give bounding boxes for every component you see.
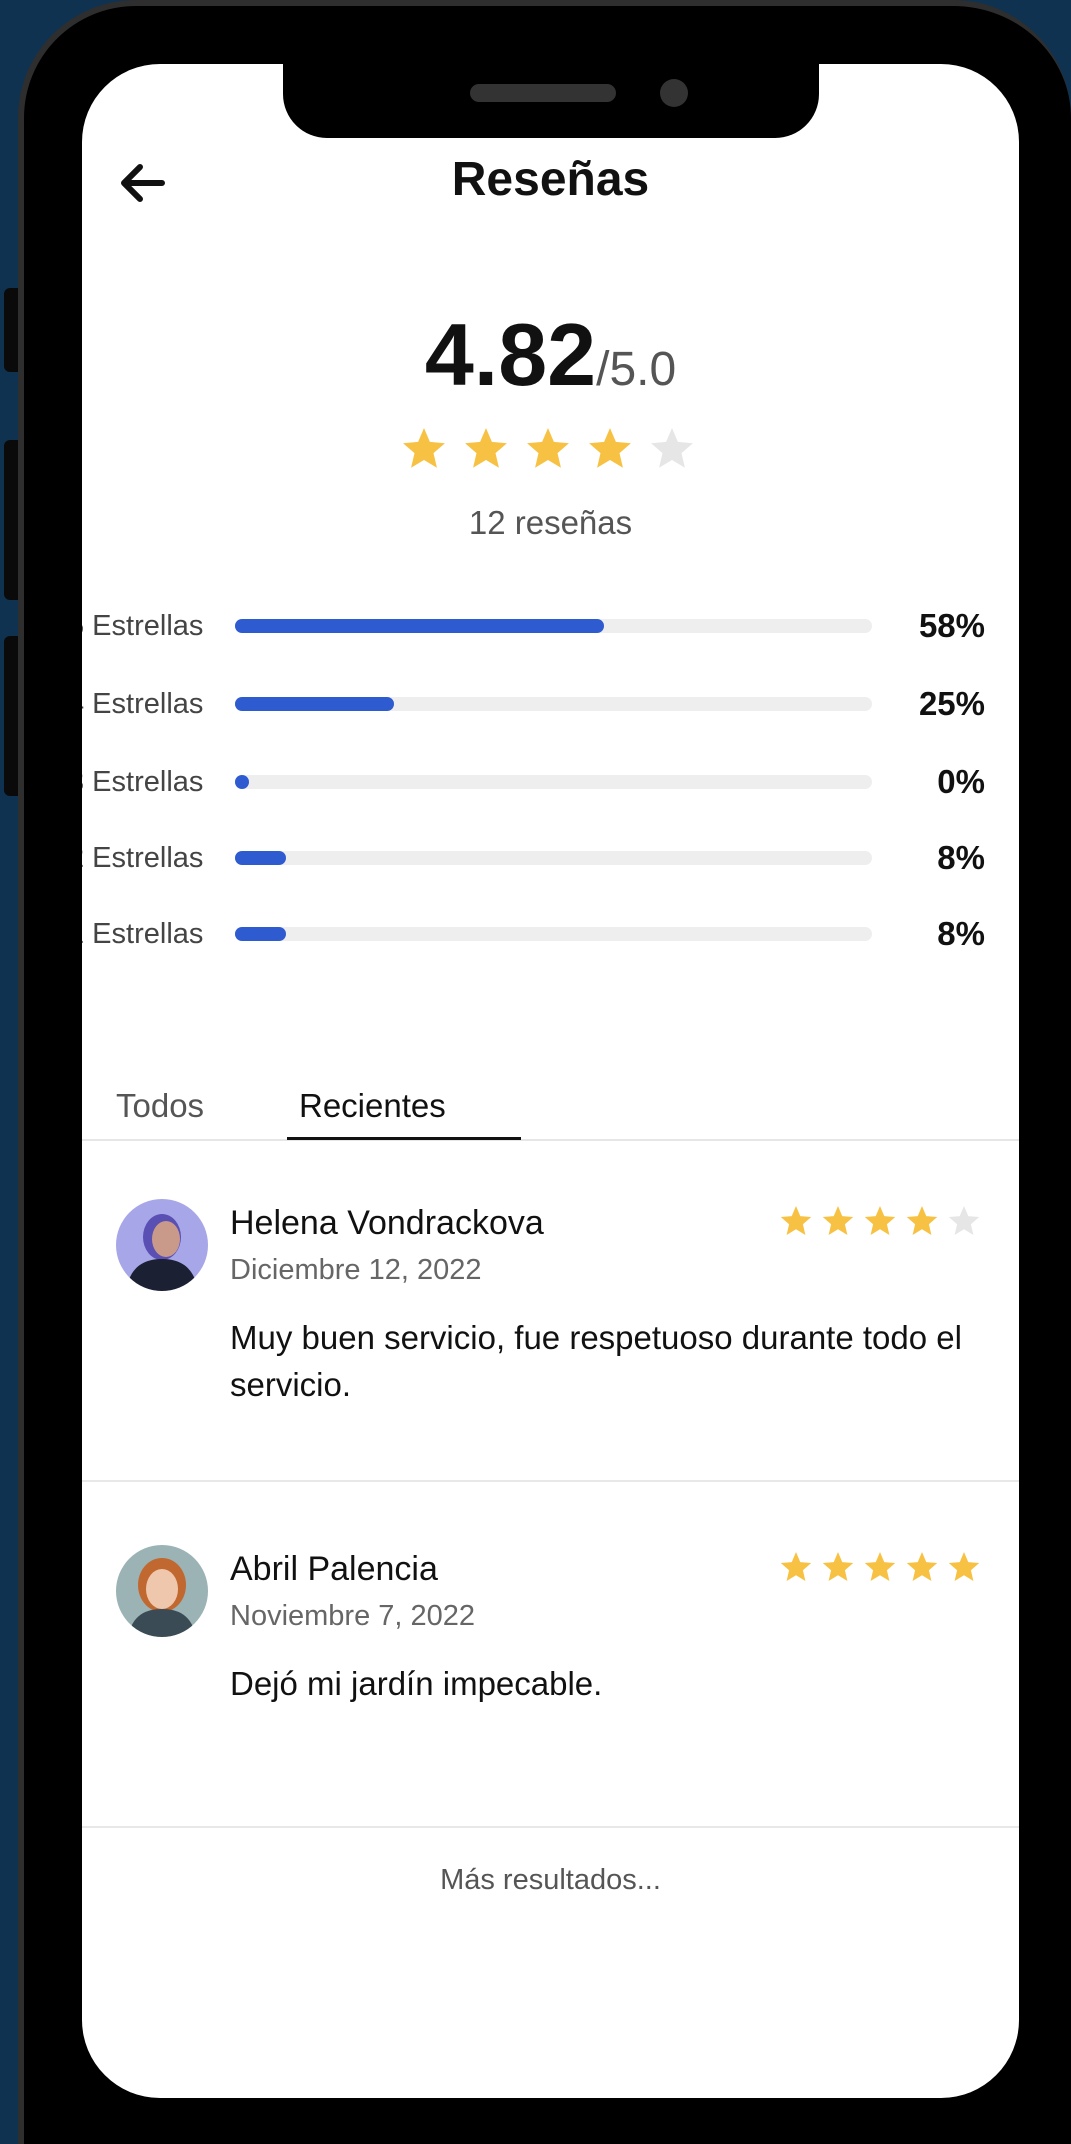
star-filled-icon [906, 1206, 938, 1235]
review-text: Dejó mi jardín impecable. [230, 1665, 603, 1702]
phone-notch [283, 64, 819, 138]
divider [82, 1826, 1019, 1828]
distribution-percent: 8% [937, 839, 985, 876]
side-button-volume-down [4, 636, 18, 796]
rating-distribution-row: 5 Estrellas58% [82, 606, 1019, 646]
star-filled-icon [780, 1206, 812, 1235]
review-stars [780, 1551, 985, 1587]
tab-recientes[interactable]: Recientes [299, 1087, 446, 1125]
reviewer-name: Abril Palencia [230, 1550, 438, 1588]
review-count: 12 reseñas [468, 504, 633, 541]
star-filled-icon [465, 428, 507, 468]
side-button-volume-up [4, 440, 18, 600]
review-tabs: Todos Recientes [82, 1069, 1019, 1141]
distribution-percent: 0% [937, 763, 985, 800]
more-results-link[interactable]: Más resultados... [82, 1864, 1019, 1897]
star-filled-icon [822, 1552, 854, 1581]
review-card: Abril Palencia Noviembre 7, 2022 Dejó mi… [82, 1545, 1019, 1845]
distribution-bar-fill [235, 619, 605, 633]
rating-value: 4.82 [424, 305, 597, 404]
distribution-bar-fill [235, 697, 395, 711]
divider [82, 1480, 1019, 1482]
distribution-bar-track [235, 775, 872, 789]
avatar [116, 1545, 208, 1637]
distribution-bar-fill [235, 775, 249, 789]
rating-distribution-row: 3 Estrellas0% [82, 762, 1019, 802]
distribution-percent: 58% [918, 607, 985, 644]
distribution-bar-fill [235, 927, 286, 941]
page-title: Reseñas [451, 153, 650, 206]
review-date: Noviembre 7, 2022 [230, 1600, 476, 1632]
star-filled-icon [906, 1552, 938, 1581]
active-tab-indicator [287, 1137, 521, 1140]
distribution-bar-track [235, 697, 872, 711]
star-empty-icon [651, 428, 693, 468]
rating-max: /5.0 [596, 343, 677, 396]
distribution-bar-track [235, 619, 872, 633]
star-filled-icon [403, 428, 445, 468]
star-empty-icon [948, 1206, 980, 1235]
star-filled-icon [527, 428, 569, 468]
reviewer-name: Helena Vondrackova [230, 1204, 544, 1242]
app-screen: Reseñas 4.82/5.0 12 reseñas 5 Estrellas5… [82, 64, 1019, 2098]
speaker-grille [470, 84, 616, 102]
star-filled-icon [864, 1206, 896, 1235]
rating-score: 4.82/5.0 [82, 304, 1019, 406]
star-filled-icon [822, 1206, 854, 1235]
review-stars [780, 1205, 985, 1241]
front-camera [660, 79, 688, 107]
distribution-bar-track [235, 927, 872, 941]
rating-distribution-row: 2 Estrellas8% [82, 838, 1019, 878]
rating-stars [402, 427, 702, 483]
rating-distribution-row: 4 Estrellas25% [82, 684, 1019, 724]
review-card: Helena Vondrackova Diciembre 12, 2022 Mu… [82, 1199, 1019, 1539]
star-filled-icon [864, 1552, 896, 1581]
distribution-bar-track [235, 851, 872, 865]
review-date: Diciembre 12, 2022 [230, 1254, 482, 1286]
star-filled-icon [589, 428, 631, 468]
distribution-percent: 8% [937, 915, 985, 952]
tab-todos[interactable]: Todos [116, 1087, 204, 1125]
avatar [116, 1199, 208, 1291]
distribution-percent: 25% [918, 685, 985, 722]
star-filled-icon [948, 1552, 980, 1581]
rating-distribution-row: 1 Estrellas8% [82, 914, 1019, 954]
star-filled-icon [780, 1552, 812, 1581]
side-button-mute [4, 288, 18, 372]
distribution-bar-fill [235, 851, 286, 865]
review-text: Muy buen servicio, fue respetuoso durant… [230, 1319, 962, 1403]
